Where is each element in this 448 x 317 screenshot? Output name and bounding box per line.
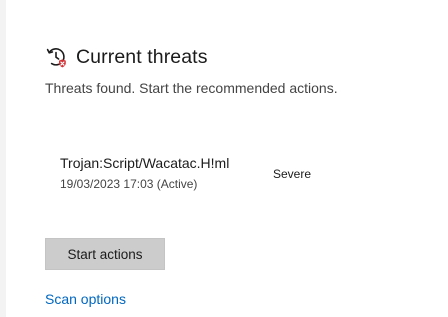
section-header: Current threats (45, 44, 208, 70)
start-actions-button[interactable]: Start actions (45, 238, 165, 270)
threat-name: Trojan:Script/Wacatac.H!ml (60, 155, 230, 171)
threat-item[interactable]: Trojan:Script/Wacatac.H!ml 19/03/2023 17… (60, 155, 400, 195)
left-panel-edge (0, 0, 6, 317)
section-description: Threats found. Start the recommended act… (45, 80, 338, 96)
threat-severity: Severe (273, 167, 312, 181)
scan-options-link[interactable]: Scan options (45, 291, 126, 307)
clock-shield-icon (45, 46, 67, 68)
threat-date: 19/03/2023 17:03 (Active) (60, 177, 198, 191)
section-title: Current threats (76, 45, 208, 68)
